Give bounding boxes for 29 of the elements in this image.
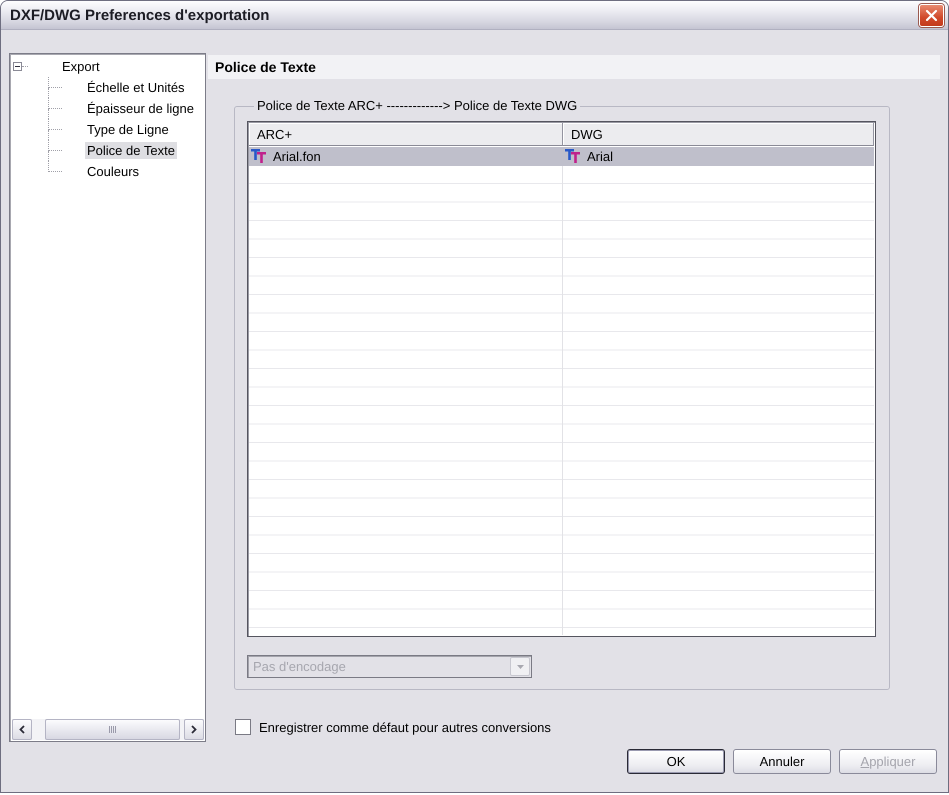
dialog-button[interactable]: Annuler bbox=[733, 749, 831, 774]
tree-item[interactable]: Échelle et Unités bbox=[85, 79, 187, 96]
table-row[interactable]: Arial.fon Arial bbox=[249, 147, 874, 166]
caret-down-icon bbox=[516, 664, 524, 668]
grip-icon bbox=[108, 726, 116, 733]
tree-item[interactable]: Épaisseur de ligne bbox=[85, 100, 196, 117]
tree-item[interactable]: Type de Ligne bbox=[85, 121, 171, 138]
dialog-button[interactable]: OK bbox=[627, 749, 725, 774]
scroll-right-button[interactable] bbox=[184, 719, 204, 740]
chevron-right-icon bbox=[191, 725, 197, 734]
window-title: DXF/DWG Preferences d'exportation bbox=[10, 6, 270, 24]
tree-item[interactable]: Police de Texte bbox=[85, 142, 177, 159]
font-icon bbox=[251, 149, 267, 164]
close-icon bbox=[925, 8, 938, 22]
scroll-left-button[interactable] bbox=[12, 719, 32, 740]
group-title: Police de Texte ARC+ -------------> Police de Texte DWG bbox=[256, 98, 578, 114]
close-button[interactable] bbox=[919, 4, 944, 26]
cell-text: Arial bbox=[587, 148, 614, 164]
column-header[interactable]: ARC+ bbox=[249, 123, 563, 146]
tree-item[interactable]: Couleurs bbox=[85, 163, 142, 180]
chevron-left-icon bbox=[19, 725, 25, 734]
checkbox-label: Enregistrer comme défaut pour autres conversions bbox=[259, 720, 551, 734]
section-title: Police de Texte bbox=[208, 55, 940, 79]
checkbox[interactable] bbox=[235, 719, 251, 735]
font-icon bbox=[565, 149, 581, 164]
column-header[interactable]: DWG bbox=[563, 123, 874, 146]
collapse-icon[interactable] bbox=[13, 62, 22, 71]
tree-item[interactable]: Export bbox=[60, 58, 102, 75]
cell-text: Arial.fon bbox=[273, 148, 321, 164]
